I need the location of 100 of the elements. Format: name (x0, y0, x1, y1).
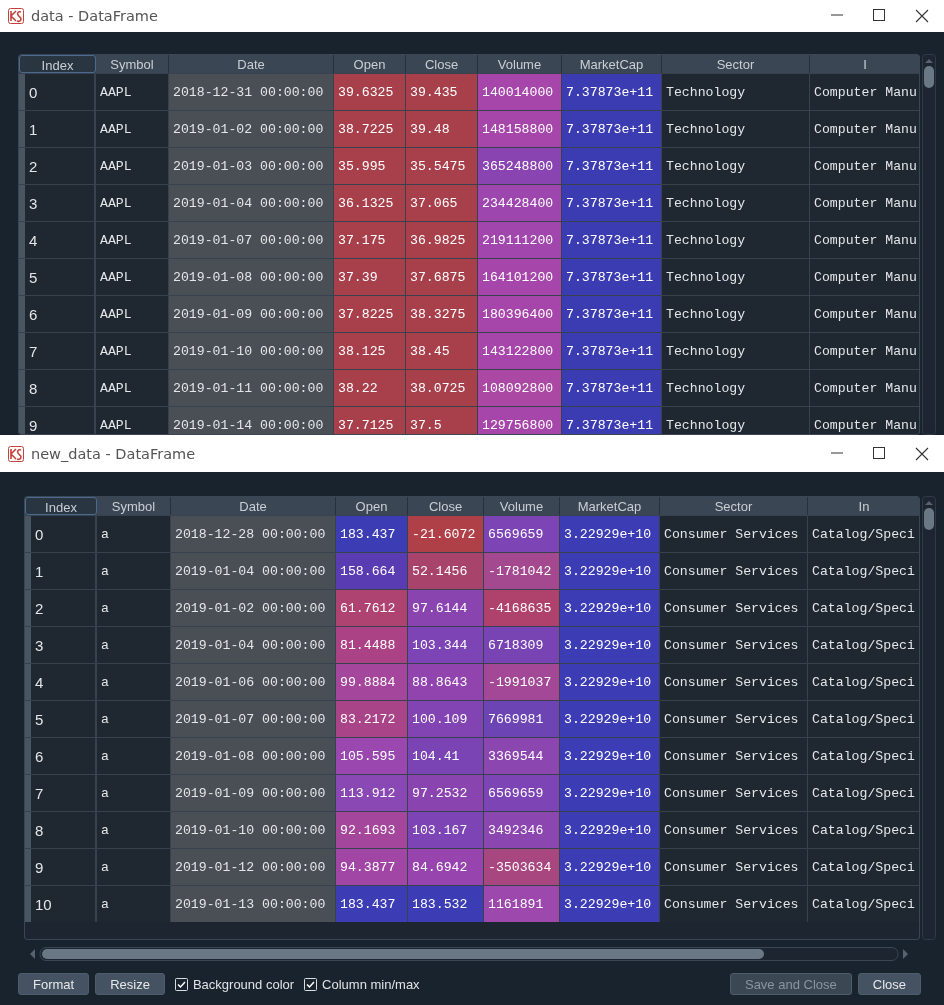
table-cell: 1161891 (484, 886, 560, 922)
table-cell: 2019-01-13 00:00:00 (171, 886, 336, 922)
table-cell: 3492346 (484, 812, 560, 848)
index-header[interactable]: Index (25, 497, 97, 515)
column-header[interactable]: I (810, 55, 919, 73)
maximize-icon[interactable] (873, 9, 885, 21)
table-cell: a (97, 553, 171, 589)
table-cell: 2019-01-09 00:00:00 (169, 296, 334, 332)
table-cell: 81.4488 (336, 627, 408, 663)
table-cell: 7.37873e+11 (562, 185, 662, 221)
column-header[interactable]: In (808, 497, 919, 515)
checkbox[interactable] (304, 977, 318, 991)
table-cell: Consumer Services (660, 701, 808, 737)
column-header[interactable]: Symbol (96, 55, 169, 73)
row-index[interactable]: 7 (19, 333, 96, 369)
table-cell: 92.1693 (336, 812, 408, 848)
table-cell: 183.437 (336, 886, 408, 922)
table-cell: 2019-01-07 00:00:00 (169, 222, 334, 258)
table-cell: 38.3275 (406, 296, 478, 332)
table-cell: Catalog/Speci (808, 553, 919, 589)
row-index[interactable]: 0 (25, 516, 97, 552)
table-cell: 61.7612 (336, 590, 408, 626)
row-index[interactable]: 9 (19, 407, 96, 434)
table-cell: 219111200 (478, 222, 562, 258)
table-cell: Consumer Services (660, 664, 808, 700)
table-cell: Technology (662, 185, 810, 221)
table-cell: 2019-01-12 00:00:00 (171, 849, 336, 885)
column-header[interactable]: Close (408, 497, 484, 515)
column-header[interactable]: Date (169, 55, 334, 73)
table-cell: 2019-01-08 00:00:00 (169, 259, 334, 295)
table-cell: Consumer Services (660, 553, 808, 589)
table-cell: Consumer Services (660, 738, 808, 774)
table-cell: 7.37873e+11 (562, 407, 662, 434)
table-cell: Computer Manu (810, 185, 919, 221)
row-index[interactable]: 10 (25, 886, 97, 922)
maximize-icon[interactable] (873, 446, 885, 459)
table-cell: Consumer Services (660, 590, 808, 626)
table-cell: 108092800 (478, 370, 562, 406)
column-header[interactable]: MarketCap (562, 55, 662, 73)
table-cell: Computer Manu (810, 111, 919, 147)
column-header[interactable]: Volume (484, 497, 560, 515)
row-index[interactable]: 3 (19, 185, 96, 221)
row-index[interactable]: 5 (19, 259, 96, 295)
table-cell: 183.532 (408, 886, 484, 922)
footer-button[interactable]: Format (18, 973, 90, 995)
row-index[interactable]: 1 (25, 553, 97, 589)
footer-button[interactable]: Resize (95, 973, 165, 995)
row-index[interactable]: 7 (25, 775, 97, 811)
row-index[interactable]: 1 (19, 111, 96, 147)
row-index[interactable]: 3 (25, 627, 97, 663)
table-cell: 97.6144 (408, 590, 484, 626)
row-index[interactable]: 9 (25, 849, 97, 885)
close-icon[interactable] (915, 446, 929, 461)
column-header[interactable]: MarketCap (560, 497, 660, 515)
table-cell: AAPL (96, 296, 169, 332)
column-header[interactable]: Open (334, 55, 406, 73)
table-cell: Consumer Services (660, 886, 808, 922)
table-cell: AAPL (96, 148, 169, 184)
table-cell: 36.1325 (334, 185, 406, 221)
index-header[interactable]: Index (19, 55, 96, 73)
checkbox[interactable] (174, 977, 188, 991)
table-cell: Technology (662, 148, 810, 184)
row-index[interactable]: 4 (25, 664, 97, 700)
table-cell: Catalog/Speci (808, 627, 919, 663)
row-index[interactable]: 6 (19, 296, 96, 332)
footer-button[interactable]: Close (857, 973, 921, 995)
checkbox-label[interactable]: Background color (192, 976, 295, 992)
table-cell: Catalog/Speci (808, 664, 919, 700)
table-cell: 148158800 (478, 111, 562, 147)
column-header[interactable]: Open (336, 497, 408, 515)
table-cell: Catalog/Speci (808, 590, 919, 626)
column-header[interactable]: Sector (660, 497, 808, 515)
table-cell: 3.22929e+10 (560, 627, 660, 663)
row-index[interactable]: 5 (25, 701, 97, 737)
close-icon[interactable] (915, 9, 929, 23)
column-header[interactable]: Symbol (97, 497, 171, 515)
checkbox-label[interactable]: Column min/max (322, 976, 420, 992)
row-index[interactable]: 4 (19, 222, 96, 258)
table-cell: 100.109 (408, 701, 484, 737)
column-header[interactable]: Close (406, 55, 478, 73)
row-index[interactable]: 2 (19, 148, 96, 184)
table-cell: 2019-01-04 00:00:00 (169, 185, 334, 221)
table-cell: 3.22929e+10 (560, 886, 660, 922)
table-cell: AAPL (96, 333, 169, 369)
table-cell: 3.22929e+10 (560, 738, 660, 774)
table-cell: 7.37873e+11 (562, 111, 662, 147)
table-cell: 94.3877 (336, 849, 408, 885)
table-cell: Technology (662, 333, 810, 369)
table-cell: 104.41 (408, 738, 484, 774)
row-index[interactable]: 6 (25, 738, 97, 774)
table-cell: 7.37873e+11 (562, 259, 662, 295)
row-index[interactable]: 8 (19, 370, 96, 406)
row-index[interactable]: 0 (19, 74, 96, 110)
table-cell: Technology (662, 74, 810, 110)
column-header[interactable]: Volume (478, 55, 562, 73)
row-index[interactable]: 2 (25, 590, 97, 626)
column-header[interactable]: Sector (662, 55, 810, 73)
column-header[interactable]: Date (171, 497, 336, 515)
table-cell: Technology (662, 111, 810, 147)
row-index[interactable]: 8 (25, 812, 97, 848)
